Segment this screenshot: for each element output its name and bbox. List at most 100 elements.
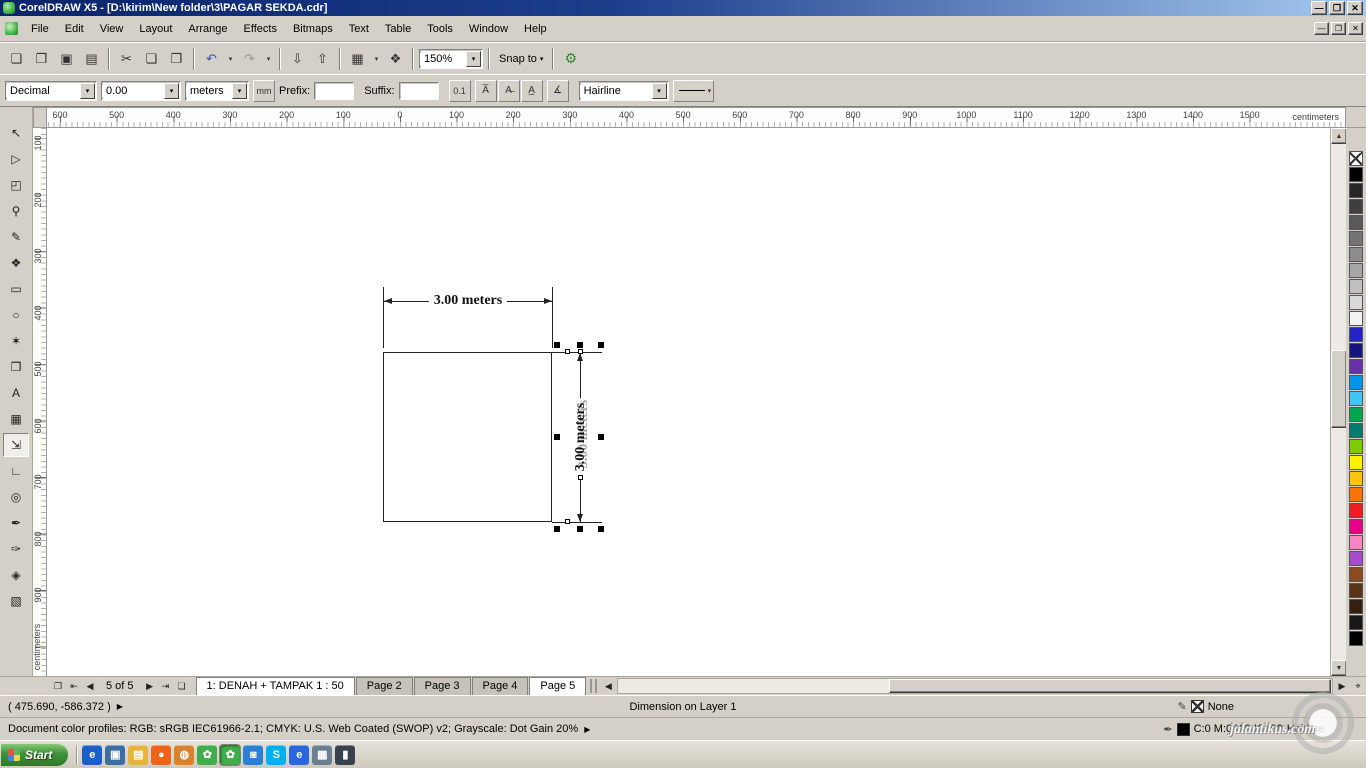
internet-explorer-taskbar-button[interactable]: e [82, 744, 103, 765]
welcome-screen-button[interactable]: ❖ [384, 47, 407, 70]
menu-file[interactable]: File [23, 19, 57, 39]
page-tab-5[interactable]: Page 5 [529, 677, 587, 695]
selection-handle[interactable] [554, 434, 560, 440]
export-button[interactable]: ⇧ [311, 47, 334, 70]
previous-page-button[interactable]: ◀ [82, 678, 98, 694]
undo-dropdown-arrow[interactable]: ▾ [225, 47, 236, 70]
page-tab-2[interactable]: Page 2 [355, 677, 413, 695]
first-page-button[interactable]: ⇤ [66, 678, 82, 694]
color-swatch[interactable] [1349, 615, 1363, 630]
menu-help[interactable]: Help [516, 19, 555, 39]
navigator-popup-button[interactable]: ⌖ [1350, 678, 1366, 694]
dimension-extension-line[interactable] [552, 522, 602, 523]
vertical-scrollbar[interactable]: ▲ ▼ [1330, 128, 1347, 676]
zoom-level-value[interactable]: 150% [420, 52, 465, 65]
color-swatch[interactable] [1349, 311, 1363, 326]
media-player-taskbar-button[interactable]: ◍ [174, 744, 195, 765]
menu-text[interactable]: Text [341, 19, 377, 39]
selection-handle[interactable] [577, 342, 583, 348]
table-tool[interactable]: ▦ [3, 407, 29, 431]
horizontal-ruler[interactable]: centimeters 600 500 400 300 200 100 0 100 200 300… [47, 107, 1346, 128]
color-swatch[interactable] [1349, 359, 1363, 374]
parallel-dimension-tool[interactable]: ⇲ [3, 433, 29, 457]
color-swatch[interactable] [1349, 247, 1363, 262]
dimension-extension-line[interactable] [383, 287, 384, 348]
color-swatch[interactable] [1349, 439, 1363, 454]
dimension-text-position-button-3[interactable]: A̲ [520, 79, 543, 102]
menu-effects[interactable]: Effects [236, 19, 285, 39]
blend-tool[interactable]: ◎ [3, 485, 29, 509]
fill-icon[interactable]: ✎ [1177, 700, 1186, 713]
selection-handle[interactable] [554, 526, 560, 532]
dimension-precision-arrow[interactable]: ▾ [164, 82, 179, 99]
page-tab-3[interactable]: Page 3 [413, 677, 471, 695]
basic-shapes-tool[interactable]: ❒ [3, 355, 29, 379]
page-tab-1[interactable]: 1: DENAH + TAMPAK 1 : 50 [195, 677, 355, 695]
shape-tool[interactable]: ▷ [3, 147, 29, 171]
save-button[interactable]: ▣ [55, 47, 78, 70]
connector-tool[interactable]: ∟ [3, 459, 29, 483]
menu-edit[interactable]: Edit [57, 19, 92, 39]
close-button[interactable]: ✕ [1347, 1, 1363, 15]
dimension-units-combo[interactable]: meters ▾ [185, 80, 249, 101]
color-swatch[interactable] [1349, 263, 1363, 278]
scroll-up-button[interactable]: ▲ [1331, 128, 1347, 144]
outline-width-arrow[interactable]: ▾ [651, 82, 667, 99]
menu-bitmaps[interactable]: Bitmaps [285, 19, 341, 39]
color-swatch[interactable] [1349, 487, 1363, 502]
options-button[interactable]: ⚙ [559, 47, 582, 70]
dimension-node[interactable] [578, 349, 583, 354]
dimension-node[interactable] [565, 349, 570, 354]
color-swatch[interactable] [1349, 599, 1363, 614]
cut-button[interactable]: ✂ [115, 47, 138, 70]
selection-handle[interactable] [577, 526, 583, 532]
color-swatch[interactable] [1349, 231, 1363, 246]
color-eyedropper-tool[interactable]: ✒ [3, 511, 29, 535]
selection-handle[interactable] [554, 342, 560, 348]
selection-handle[interactable] [598, 434, 604, 440]
hscroll-left-button[interactable]: ◀ [600, 678, 616, 694]
scroll-down-button[interactable]: ▼ [1331, 660, 1347, 676]
application-launcher-dropdown-arrow[interactable]: ▾ [371, 47, 382, 70]
zoom-level-combo[interactable]: 150% ▾ [419, 48, 483, 69]
freehand-tool[interactable]: ✎ [3, 225, 29, 249]
restore-button[interactable]: ❐ [1329, 1, 1345, 15]
dimension-extension-line[interactable] [552, 287, 553, 348]
dimension-text-position-button-2[interactable]: A̶ [497, 79, 520, 102]
smart-fill-tool[interactable]: ❖ [3, 251, 29, 275]
tab-splitter[interactable] [590, 679, 598, 693]
color-swatch[interactable] [1349, 423, 1363, 438]
fill-none-swatch[interactable] [1190, 700, 1204, 713]
page-tab-4[interactable]: Page 4 [471, 677, 529, 695]
browser-taskbar-button[interactable]: e [289, 744, 310, 765]
coreldraw-app-icon[interactable] [3, 2, 15, 14]
dimension-text-angle-button[interactable]: ∡ [546, 79, 569, 102]
color-swatch[interactable] [1349, 343, 1363, 358]
coreldraw-window-taskbar-button[interactable]: ✿ [219, 743, 242, 766]
color-swatch[interactable] [1349, 183, 1363, 198]
drawing-canvas[interactable]: 3.00 meters 3.00 meters [47, 128, 1330, 676]
dimension-units-arrow[interactable]: ▾ [232, 82, 247, 99]
start-button[interactable]: Start [1, 743, 69, 766]
selection-handle[interactable] [598, 526, 604, 532]
vertical-scrollbar-thumb[interactable] [1331, 350, 1347, 428]
mdi-minimize-button[interactable]: — [1314, 22, 1329, 35]
open-button[interactable]: ❐ [30, 47, 53, 70]
show-units-button[interactable]: mm [253, 79, 275, 102]
goto-page-button[interactable]: ❐ [50, 678, 66, 694]
vertical-dimension-label[interactable]: 3.00 meters [573, 397, 589, 477]
vertical-ruler[interactable]: centimeters 100 200 300 400 500 600 700 800 900 [32, 128, 47, 676]
color-swatch[interactable] [1349, 167, 1363, 182]
crop-tool[interactable]: ◰ [3, 173, 29, 197]
dimension-style-value[interactable]: Decimal [6, 84, 79, 97]
mdi-close-button[interactable]: ✕ [1348, 22, 1363, 35]
application-launcher-button[interactable]: ▦ [346, 47, 369, 70]
prefix-input[interactable] [314, 81, 355, 100]
ellipse-tool[interactable]: ○ [3, 303, 29, 327]
paste-button[interactable]: ❒ [165, 47, 188, 70]
dimension-text-position-button-1[interactable]: A̅ [474, 79, 497, 102]
redo-dropdown-arrow[interactable]: ▾ [263, 47, 274, 70]
folder-taskbar-button[interactable]: ▤ [128, 744, 149, 765]
menu-window[interactable]: Window [461, 19, 516, 39]
horizontal-scrollbar-thumb[interactable] [888, 679, 1331, 693]
